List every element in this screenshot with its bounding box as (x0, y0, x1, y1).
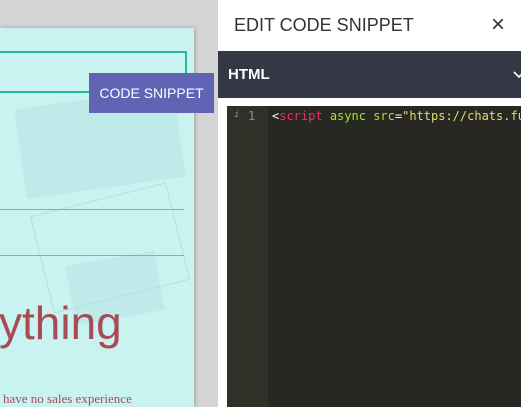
code-editor[interactable]: i 1 <script async src="https://chats.fu (227, 106, 521, 407)
headline-text: ything (0, 297, 122, 349)
info-icon: i (234, 110, 240, 120)
editor-canvas: ything have no sales experience CODE SNI… (0, 0, 218, 407)
divider (0, 209, 184, 210)
code-line[interactable]: <script async src="https://chats.fu (272, 109, 521, 123)
panel-header: EDIT CODE SNIPPET × (218, 0, 521, 51)
divider (0, 255, 184, 256)
edit-code-snippet-panel: EDIT CODE SNIPPET × HTML i 1 <script asy… (218, 0, 521, 407)
close-icon[interactable]: × (487, 11, 509, 38)
line-number: 1 (248, 109, 256, 123)
language-label: HTML (228, 66, 270, 83)
code-token-attr: async (329, 109, 366, 123)
chevron-down-icon (513, 71, 521, 79)
panel-title: EDIT CODE SNIPPET (234, 15, 414, 35)
code-snippet-label[interactable]: CODE SNIPPET (89, 73, 214, 113)
language-selector[interactable]: HTML (218, 51, 521, 98)
code-token-string: "https://chats.fu (402, 109, 521, 123)
code-token-attr: src (373, 109, 395, 123)
body-text: have no sales experience (3, 391, 132, 406)
line-gutter: i 1 (227, 106, 268, 407)
code-token-tag: script (279, 109, 323, 123)
